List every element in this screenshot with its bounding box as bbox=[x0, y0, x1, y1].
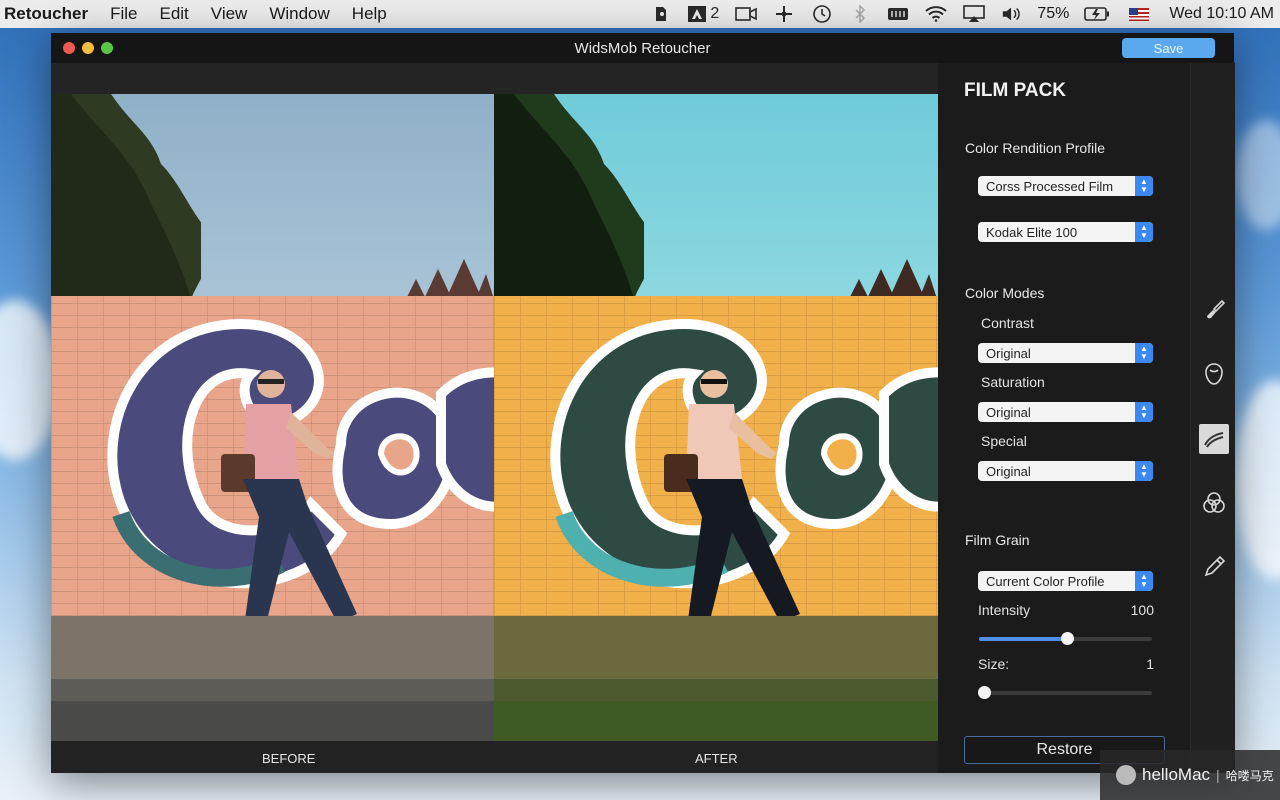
after-photo[interactable] bbox=[494, 94, 938, 741]
before-label: BEFORE bbox=[262, 751, 316, 766]
size-slider[interactable] bbox=[978, 686, 1152, 699]
menu-help[interactable]: Help bbox=[352, 4, 387, 24]
intensity-slider[interactable] bbox=[979, 632, 1152, 645]
photo-sidewalk bbox=[51, 616, 494, 681]
panel-title: FILM PACK bbox=[964, 80, 1067, 101]
chevron-updown-icon: ▲ ▼ bbox=[1135, 461, 1153, 481]
select-value: Corss Processed Film bbox=[986, 178, 1114, 194]
brush-icon[interactable] bbox=[1199, 295, 1229, 325]
memory-icon[interactable] bbox=[887, 5, 909, 23]
watermark: helloMac | 哈喽马克 bbox=[1100, 750, 1280, 800]
volume-icon[interactable] bbox=[1001, 5, 1023, 23]
saturation-select[interactable]: Original ▲ ▼ bbox=[978, 402, 1153, 422]
save-button[interactable]: Save bbox=[1122, 38, 1215, 58]
watermark-separator: | bbox=[1216, 767, 1220, 783]
photo-street bbox=[494, 701, 938, 741]
menu-edit[interactable]: Edit bbox=[159, 4, 188, 24]
image-canvas[interactable]: BEFORE AFTER bbox=[51, 63, 938, 773]
intensity-label: Intensity bbox=[978, 602, 1031, 618]
film-grain-label: Film Grain bbox=[965, 532, 1030, 548]
chevron-updown-icon: ▲ ▼ bbox=[1135, 571, 1153, 591]
grain-profile-select[interactable]: Current Color Profile ▲ ▼ bbox=[978, 571, 1153, 591]
photo-sidewalk bbox=[494, 616, 938, 681]
film-pack-panel: FILM PACK Color Rendition Profile Corss … bbox=[938, 63, 1190, 773]
film-icon[interactable] bbox=[1199, 424, 1229, 454]
film-type-select[interactable]: Kodak Elite 100 ▲ ▼ bbox=[978, 222, 1153, 242]
title-bar: WidsMob Retoucher Save bbox=[51, 33, 1234, 63]
chevron-updown-icon: ▲ ▼ bbox=[1135, 402, 1153, 422]
airplay-icon[interactable] bbox=[963, 5, 986, 23]
hellomac-logo-icon bbox=[1116, 765, 1136, 785]
photo-curb bbox=[51, 679, 494, 701]
time-machine-icon[interactable] bbox=[811, 5, 833, 23]
photo-curb bbox=[494, 679, 938, 701]
watermark-brand: helloMac bbox=[1142, 765, 1211, 784]
desktop-cloud bbox=[1236, 120, 1280, 230]
color-rendition-label: Color Rendition Profile bbox=[965, 140, 1106, 156]
photo-street bbox=[51, 701, 494, 741]
window-controls bbox=[63, 42, 120, 54]
menu-app-name[interactable]: Retoucher bbox=[4, 4, 88, 24]
photo-tree bbox=[494, 94, 644, 299]
size-value: 1 bbox=[1146, 656, 1154, 672]
menu-bar: Retoucher File Edit View Window Help 2 7… bbox=[0, 0, 1280, 28]
menu-window[interactable]: Window bbox=[269, 4, 329, 24]
intensity-value: 100 bbox=[1130, 602, 1154, 618]
color-modes-label: Color Modes bbox=[965, 285, 1045, 301]
color-circles-icon[interactable] bbox=[1199, 488, 1229, 518]
size-label: Size: bbox=[978, 656, 1010, 672]
caption-bar: BEFORE AFTER bbox=[51, 741, 938, 773]
photo-rooftops bbox=[406, 259, 494, 299]
desktop-cloud bbox=[1235, 380, 1280, 580]
select-value: Current Color Profile bbox=[986, 573, 1105, 589]
flag-icon[interactable] bbox=[1129, 7, 1150, 21]
special-select[interactable]: Original ▲ ▼ bbox=[978, 461, 1153, 481]
chevron-updown-icon: ▲ ▼ bbox=[1135, 343, 1153, 363]
slider-knob[interactable] bbox=[1061, 632, 1075, 645]
select-value: Kodak Elite 100 bbox=[986, 224, 1078, 240]
app-window: WidsMob Retoucher Save BEFORE AFTER FILM… bbox=[51, 33, 1235, 773]
select-value: Original bbox=[986, 404, 1031, 420]
slider-knob[interactable] bbox=[978, 686, 992, 699]
watermark-cn: 哈喽马克 bbox=[1225, 768, 1274, 783]
face-icon[interactable] bbox=[1199, 359, 1229, 389]
status-area: 2 75% Wed 10:10 AM bbox=[642, 0, 1280, 28]
slider-fill bbox=[979, 637, 1068, 641]
scissors-icon[interactable] bbox=[773, 5, 795, 23]
camera-icon[interactable] bbox=[735, 5, 758, 23]
bluetooth-icon[interactable] bbox=[849, 5, 871, 23]
contrast-label: Contrast bbox=[981, 315, 1034, 331]
minimize-window-button[interactable] bbox=[82, 42, 94, 54]
tool-sidebar bbox=[1190, 63, 1235, 773]
rendition-profile-select[interactable]: Corss Processed Film ▲ ▼ bbox=[978, 176, 1153, 196]
battery-icon[interactable] bbox=[1083, 5, 1111, 23]
wifi-icon[interactable] bbox=[925, 5, 947, 23]
evernote-icon[interactable] bbox=[650, 5, 672, 23]
menu-file[interactable]: File bbox=[110, 4, 137, 24]
photo-tree bbox=[51, 94, 201, 299]
saturation-label: Saturation bbox=[981, 374, 1045, 390]
window-title: WidsMob Retoucher bbox=[574, 39, 711, 57]
close-window-button[interactable] bbox=[63, 42, 75, 54]
maximize-window-button[interactable] bbox=[101, 42, 113, 54]
photo-rooftops bbox=[849, 259, 937, 299]
select-value: Original bbox=[986, 345, 1031, 361]
pencil-icon[interactable] bbox=[1199, 552, 1229, 582]
after-label: AFTER bbox=[695, 751, 738, 766]
chevron-updown-icon: ▲ ▼ bbox=[1135, 222, 1153, 242]
adobe-count: 2 bbox=[710, 5, 720, 22]
before-photo[interactable] bbox=[51, 94, 494, 741]
adobe-icon[interactable]: 2 bbox=[688, 5, 719, 23]
menu-view[interactable]: View bbox=[211, 4, 248, 24]
battery-percent: 75% bbox=[1037, 5, 1070, 22]
select-value: Original bbox=[986, 463, 1031, 479]
contrast-select[interactable]: Original ▲ ▼ bbox=[978, 343, 1153, 363]
special-label: Special bbox=[981, 433, 1027, 449]
menu-clock[interactable]: Wed 10:10 AM bbox=[1169, 5, 1274, 23]
chevron-updown-icon: ▲ ▼ bbox=[1135, 176, 1153, 196]
